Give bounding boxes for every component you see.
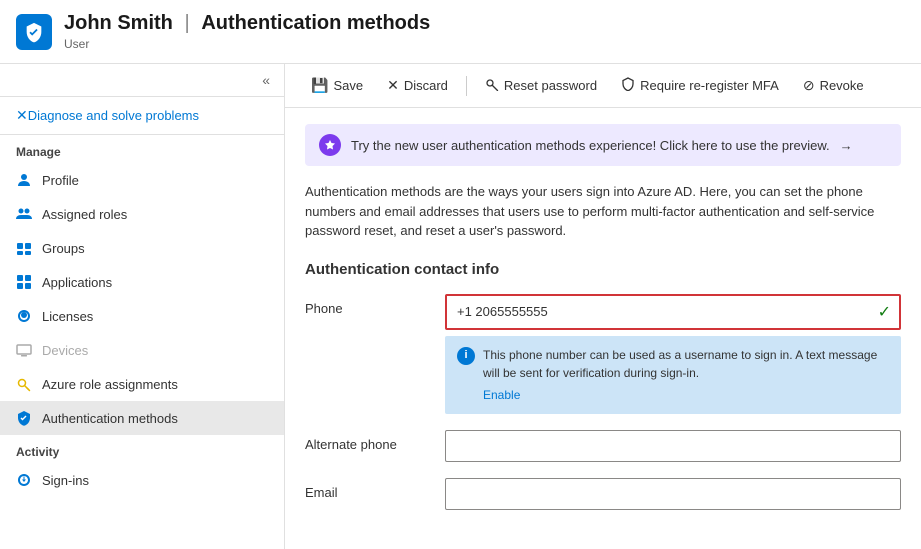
info-box-content: This phone number can be used as a usern…	[483, 346, 889, 404]
sidebar-item-assigned-roles[interactable]: Assigned roles	[0, 197, 284, 231]
signins-icon	[16, 472, 32, 488]
activity-section-label: Activity	[0, 435, 284, 463]
discard-button[interactable]: ✕ Discard	[377, 72, 458, 99]
page-description: Authentication methods are the ways your…	[305, 182, 901, 241]
diagnose-item[interactable]: ✕ Diagnose and solve problems	[0, 97, 284, 135]
azure-shield-icon	[16, 14, 52, 50]
email-field-container	[445, 478, 901, 510]
toolbar: 💾 Save ✕ Discard Reset password Require …	[285, 64, 921, 108]
save-label: Save	[333, 78, 363, 93]
discard-icon: ✕	[387, 77, 399, 94]
phone-row: Phone ✓ i This phone number can be u	[305, 294, 901, 414]
save-icon: 💾	[311, 77, 328, 94]
phone-input[interactable]	[447, 296, 899, 328]
apps-icon	[16, 274, 32, 290]
sidebar-item-auth-methods[interactable]: Authentication methods	[0, 401, 284, 435]
revoke-icon: ⊘	[803, 77, 815, 94]
alternate-phone-row: Alternate phone	[305, 430, 901, 462]
alternate-phone-input[interactable]	[445, 430, 901, 462]
manage-section-label: Manage	[0, 135, 284, 163]
preview-arrow: →	[840, 138, 853, 153]
email-input-wrapper	[445, 478, 901, 510]
check-icon: ✓	[878, 302, 891, 322]
header-text: John Smith | Authentication methods User	[64, 12, 430, 51]
sidebar-item-licenses[interactable]: Licenses	[0, 299, 284, 333]
key-icon	[485, 77, 499, 94]
header-title: John Smith | Authentication methods	[64, 12, 430, 35]
email-row: Email	[305, 478, 901, 510]
require-mfa-button[interactable]: Require re-register MFA	[611, 72, 789, 99]
phone-input-wrapper: ✓	[447, 296, 899, 328]
sidebar-label-groups: Groups	[42, 241, 85, 256]
alternate-phone-label: Alternate phone	[305, 430, 445, 452]
header-subtitle: User	[64, 37, 430, 51]
groups-icon	[16, 240, 32, 256]
content-area: Try the new user authentication methods …	[285, 108, 921, 549]
phone-input-border: ✓	[445, 294, 901, 330]
sidebar-item-applications[interactable]: Applications	[0, 265, 284, 299]
sidebar-label-sign-ins: Sign-ins	[42, 473, 89, 488]
info-box-text: This phone number can be used as a usern…	[483, 348, 877, 380]
alternate-phone-input-wrapper	[445, 430, 901, 462]
licenses-icon	[16, 308, 32, 324]
mfa-icon	[621, 77, 635, 94]
sidebar-item-sign-ins[interactable]: Sign-ins	[0, 463, 284, 497]
sidebar: « ✕ Diagnose and solve problems Manage P…	[0, 64, 285, 549]
user-name: John Smith	[64, 12, 173, 34]
header-separator: |	[185, 12, 190, 34]
info-icon: i	[457, 347, 475, 365]
key-icon	[16, 376, 32, 392]
sidebar-label-assigned-roles: Assigned roles	[42, 207, 127, 222]
preview-icon	[319, 134, 341, 156]
sidebar-label-licenses: Licenses	[42, 309, 93, 324]
main-content: 💾 Save ✕ Discard Reset password Require …	[285, 64, 921, 549]
phone-label: Phone	[305, 294, 445, 316]
require-mfa-label: Require re-register MFA	[640, 78, 779, 93]
sidebar-item-profile[interactable]: Profile	[0, 163, 284, 197]
reset-password-button[interactable]: Reset password	[475, 72, 607, 99]
alternate-phone-field-container	[445, 430, 901, 462]
preview-banner[interactable]: Try the new user authentication methods …	[305, 124, 901, 166]
reset-password-label: Reset password	[504, 78, 597, 93]
revoke-button[interactable]: ⊘ Revoke	[793, 72, 874, 99]
revoke-label: Revoke	[820, 78, 864, 93]
sidebar-label-devices: Devices	[42, 343, 88, 358]
sidebar-item-azure-role[interactable]: Azure role assignments	[0, 367, 284, 401]
phone-info-box: i This phone number can be used as a use…	[445, 336, 901, 414]
sidebar-label-applications: Applications	[42, 275, 112, 290]
save-button[interactable]: 💾 Save	[301, 72, 373, 99]
email-label: Email	[305, 478, 445, 500]
devices-icon	[16, 342, 32, 358]
section-title: Authentication contact info	[305, 261, 901, 278]
diagnose-label: Diagnose and solve problems	[28, 108, 199, 123]
shield-icon	[16, 410, 32, 426]
wrench-icon: ✕	[16, 107, 28, 124]
sidebar-item-devices: Devices	[0, 333, 284, 367]
toolbar-divider-1	[466, 76, 467, 96]
preview-text: Try the new user authentication methods …	[351, 138, 830, 153]
email-input[interactable]	[445, 478, 901, 510]
sidebar-item-groups[interactable]: Groups	[0, 231, 284, 265]
discard-label: Discard	[404, 78, 448, 93]
collapse-button[interactable]: «	[256, 68, 276, 92]
sidebar-label-auth-methods: Authentication methods	[42, 411, 178, 426]
phone-field-container: ✓ i This phone number can be used as a u…	[445, 294, 901, 414]
page-header: John Smith | Authentication methods User	[0, 0, 921, 64]
sidebar-label-profile: Profile	[42, 173, 79, 188]
enable-link[interactable]: Enable	[483, 386, 889, 404]
sidebar-label-azure-role: Azure role assignments	[42, 377, 178, 392]
page-section-title: Authentication methods	[201, 12, 430, 34]
person-icon	[16, 172, 32, 188]
sidebar-collapse-bar: «	[0, 64, 284, 97]
roles-icon	[16, 206, 32, 222]
